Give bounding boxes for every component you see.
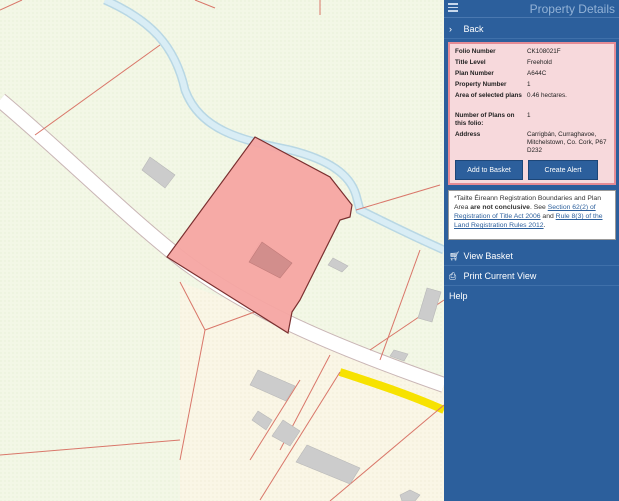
notice-text-2: . See [529,204,548,211]
title-level-label: Title Level [455,59,486,66]
panel-title: Property Details [529,2,615,16]
add-to-basket-button[interactable]: Add to Basket [455,160,523,180]
print-current-view-link[interactable]: ⎙ Print Current View [444,266,619,286]
back-label: Back [463,24,484,34]
num-plans-label: Number of Plans on this folio: [455,112,515,127]
boundary-notice: *Tailte Éireann Registration Boundaries … [448,190,616,240]
notice-bold: are not conclusive [470,204,530,211]
property-label: Property Number [455,81,507,88]
printer-icon: ⎙ [449,271,457,281]
map-view[interactable] [0,0,444,501]
view-basket-link[interactable]: 🛒︎ View Basket [444,246,619,266]
property-details-panel: Property Details › Back Folio Number CK1… [444,0,619,501]
panel-header: Property Details [444,0,619,18]
create-alert-button[interactable]: Create Alert [528,160,598,180]
address-label: Address [455,131,481,138]
area-label: Area of selected plans [455,92,522,99]
property-details-box: Folio Number CK108021F Title Level Freeh… [448,42,616,185]
chevron-right-icon: › [449,24,452,34]
title-level-value: Freehold [527,59,552,66]
notice-text-4: . [543,222,546,229]
folio-value: CK108021F [527,48,561,55]
plan-label: Plan Number [455,70,494,77]
hamburger-icon[interactable] [448,3,458,12]
back-link[interactable]: › Back [444,19,619,39]
panel-actions: 🛒︎ View Basket ⎙ Print Current View Help [444,246,619,306]
folio-label: Folio Number [455,48,496,55]
print-label: Print Current View [463,271,537,281]
num-plans-value: 1 [527,112,531,119]
help-label: Help [449,291,468,301]
plan-value: A644C [527,70,547,77]
view-basket-label: View Basket [463,251,513,261]
property-value: 1 [527,81,531,88]
help-link[interactable]: Help [444,286,619,306]
area-value: 0.46 hectares. [527,92,567,99]
address-value: Carrigbán, Curraghavoe, Mitchelstown, Co… [527,131,607,154]
notice-text-3: and [540,213,556,220]
cart-icon: 🛒︎ [449,251,461,261]
